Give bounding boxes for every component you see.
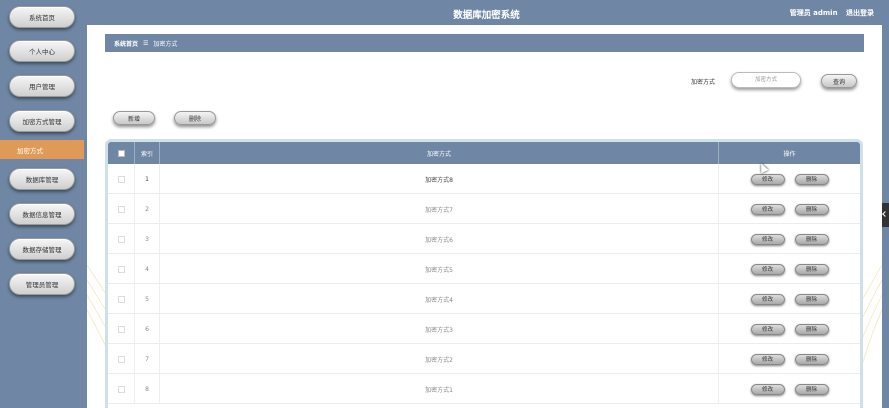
table-row: 5 加密方式4 修改 删除 bbox=[108, 284, 860, 314]
row-actions: 修改 删除 bbox=[719, 194, 860, 224]
row-index: 6 bbox=[135, 314, 160, 344]
sidebar-item-personal-center[interactable]: 个人中心 bbox=[9, 40, 75, 62]
edit-button[interactable]: 修改 bbox=[750, 293, 785, 305]
edit-button[interactable]: 修改 bbox=[750, 383, 785, 395]
delete-button[interactable]: 删除 bbox=[794, 323, 829, 335]
table-row: 6 加密方式3 修改 删除 bbox=[108, 314, 860, 344]
table-row: 2 加密方式7 修改 删除 bbox=[108, 194, 860, 224]
breadcrumb-separator-icon: ☰ bbox=[143, 39, 149, 47]
select-all-checkbox[interactable] bbox=[117, 149, 125, 157]
row-index: 7 bbox=[135, 344, 160, 374]
sidebar: 系统首页 个人中心 用户管理 加密方式管理 加密方式 数据库管理 数据信息管理 … bbox=[0, 0, 84, 408]
delete-button[interactable]: 删除 bbox=[794, 263, 829, 275]
table-row: 4 加密方式5 修改 删除 bbox=[108, 254, 860, 284]
delete-button[interactable]: 删除 bbox=[794, 293, 829, 305]
edit-button[interactable]: 修改 bbox=[750, 233, 785, 245]
row-checkbox[interactable] bbox=[117, 235, 125, 243]
row-actions: 修改 删除 bbox=[719, 374, 860, 404]
search-button[interactable]: 查询 bbox=[821, 74, 857, 88]
delete-button[interactable]: 删除 bbox=[794, 173, 829, 185]
row-method: 加密方式6 bbox=[160, 224, 719, 254]
column-header-actions: 操作 bbox=[783, 150, 796, 158]
table-row: 3 加密方式6 修改 删除 bbox=[108, 224, 860, 254]
row-index: 1 bbox=[135, 164, 160, 194]
app-title: 数据库加密系统 bbox=[453, 10, 520, 21]
breadcrumb-current: 加密方式 bbox=[153, 40, 178, 48]
delete-button[interactable]: 删除 bbox=[794, 383, 829, 395]
table-row: 7 加密方式2 修改 删除 bbox=[108, 344, 860, 374]
sidebar-item-home[interactable]: 系统首页 bbox=[9, 6, 75, 28]
row-select-cell bbox=[108, 164, 135, 194]
breadcrumb: 系统首页 ☰ 加密方式 bbox=[105, 34, 864, 52]
row-checkbox[interactable] bbox=[117, 355, 125, 363]
row-index: 3 bbox=[135, 224, 160, 254]
row-select-cell bbox=[108, 314, 135, 344]
delete-button[interactable]: 删除 bbox=[794, 203, 829, 215]
header-user-area: 管理员 admin 退出登录 bbox=[784, 8, 874, 18]
row-actions: 修改 删除 bbox=[719, 254, 860, 284]
delete-button[interactable]: 删除 bbox=[794, 353, 829, 365]
row-index: 2 bbox=[135, 194, 160, 224]
delete-button[interactable]: 删除 bbox=[794, 233, 829, 245]
search-input[interactable]: 加密方式 bbox=[731, 72, 801, 88]
add-button[interactable]: 新增 bbox=[113, 111, 155, 125]
select-all-cell bbox=[108, 142, 135, 164]
sidebar-item-admin-management[interactable]: 管理员管理 bbox=[9, 273, 75, 295]
row-checkbox[interactable] bbox=[117, 325, 125, 333]
row-select-cell bbox=[108, 194, 135, 224]
table-row: 8 加密方式1 修改 删除 bbox=[108, 374, 860, 404]
sidebar-item-database-management[interactable]: 数据库管理 bbox=[9, 168, 75, 190]
row-select-cell bbox=[108, 344, 135, 374]
row-actions: 修改 删除 bbox=[719, 314, 860, 344]
edit-button[interactable]: 修改 bbox=[750, 323, 785, 335]
row-checkbox[interactable] bbox=[117, 295, 125, 303]
batch-delete-button[interactable]: 删除 bbox=[174, 111, 216, 125]
column-header-method: 加密方式 bbox=[160, 142, 719, 164]
table-row: 1 加密方式8 修改 删除 bbox=[108, 164, 860, 194]
main-content: 系统首页 ☰ 加密方式 加密方式 加密方式 查询 新增 删除 索引 加密方式 操… bbox=[87, 25, 882, 408]
row-actions: 修改 删除 bbox=[719, 224, 860, 254]
row-index: 8 bbox=[135, 374, 160, 404]
logout-link[interactable]: 退出登录 bbox=[846, 9, 874, 17]
row-actions: 修改 删除 bbox=[719, 344, 860, 374]
edit-button[interactable]: 修改 bbox=[750, 203, 785, 215]
row-checkbox[interactable] bbox=[117, 265, 125, 273]
sidebar-item-user-management[interactable]: 用户管理 bbox=[9, 75, 75, 97]
row-method: 加密方式8 bbox=[160, 164, 719, 194]
row-index: 4 bbox=[135, 254, 160, 284]
row-method: 加密方式3 bbox=[160, 314, 719, 344]
edit-button[interactable]: 修改 bbox=[750, 263, 785, 275]
column-header-index: 索引 bbox=[135, 142, 160, 164]
sidebar-subitem-encryption-method[interactable]: 加密方式 bbox=[0, 140, 84, 159]
row-method: 加密方式1 bbox=[160, 374, 719, 404]
sidebar-item-encryption-management[interactable]: 加密方式管理 bbox=[9, 110, 75, 132]
row-method: 加密方式2 bbox=[160, 344, 719, 374]
row-checkbox[interactable] bbox=[117, 385, 125, 393]
row-select-cell bbox=[108, 374, 135, 404]
row-select-cell bbox=[108, 224, 135, 254]
row-method: 加密方式5 bbox=[160, 254, 719, 284]
row-select-cell bbox=[108, 284, 135, 314]
collapse-tab-icon[interactable] bbox=[882, 203, 889, 227]
edit-button[interactable]: 修改 bbox=[750, 173, 785, 185]
table-header: 索引 加密方式 操作 bbox=[108, 142, 860, 164]
data-table: 索引 加密方式 操作 1 加密方式8 修改 删除 2 加密方式7 修改 删除 3 加密方式6 修改删… bbox=[105, 139, 863, 408]
app-header: 数据库加密系统 管理员 admin 退出登录 bbox=[84, 0, 889, 25]
sidebar-item-data-storage-management[interactable]: 数据存储管理 bbox=[9, 238, 75, 260]
current-user-label: 管理员 admin bbox=[789, 9, 838, 17]
breadcrumb-home[interactable]: 系统首页 bbox=[114, 39, 138, 48]
search-label: 加密方式 bbox=[691, 79, 716, 86]
row-select-cell bbox=[108, 254, 135, 284]
row-checkbox[interactable] bbox=[117, 205, 125, 213]
row-checkbox[interactable] bbox=[117, 175, 125, 183]
edit-button[interactable]: 修改 bbox=[750, 353, 785, 365]
row-actions: 修改 删除 bbox=[719, 284, 860, 314]
row-method: 加密方式4 bbox=[160, 284, 719, 314]
sidebar-item-data-info-management[interactable]: 数据信息管理 bbox=[9, 203, 75, 225]
row-actions: 修改 删除 bbox=[719, 164, 860, 194]
row-method: 加密方式7 bbox=[160, 194, 719, 224]
row-index: 5 bbox=[135, 284, 160, 314]
